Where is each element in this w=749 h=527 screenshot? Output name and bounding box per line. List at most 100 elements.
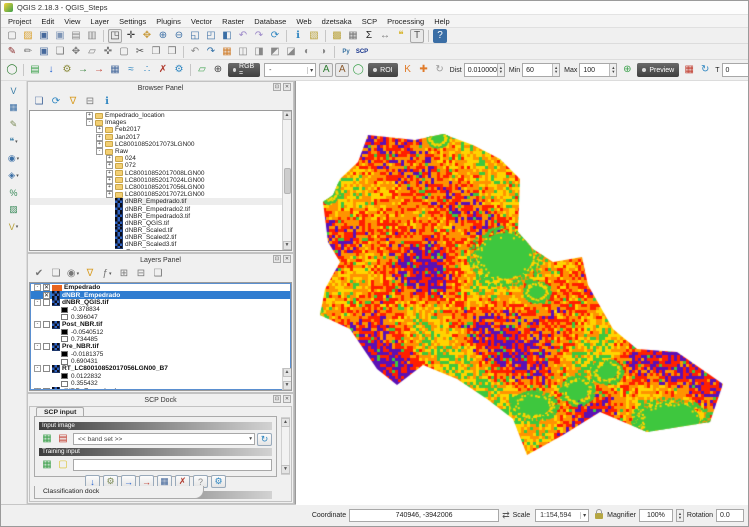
statistical-summary-icon[interactable]: Σ	[362, 29, 376, 43]
tab-classification-dock[interactable]: Classification dock	[34, 486, 204, 499]
undo-icon[interactable]: ↶	[188, 45, 202, 59]
magnifier-input[interactable]: 100%	[638, 509, 673, 522]
pan-map-icon[interactable]: ✛	[124, 29, 138, 43]
training-input-field[interactable]	[73, 459, 272, 471]
tree-item[interactable]: + LC80010852017073LGN00	[30, 140, 291, 148]
open-training-input-icon[interactable]: ▦	[40, 458, 54, 472]
manage-themes-icon[interactable]: ◉ ▾	[66, 267, 80, 281]
add-spatialite-layer-icon[interactable]: ◈ ▾	[6, 169, 22, 182]
layer-row[interactable]: ✕ dNBR_Empedrado	[31, 291, 290, 300]
tree-item[interactable]: + LC80010852017072LGN00	[30, 191, 291, 199]
tree-item[interactable]: dNBR_Empedrado.tif	[30, 197, 291, 206]
lock-scale-icon[interactable]	[595, 508, 604, 519]
save-project-as-icon[interactable]: ▣	[53, 29, 67, 43]
roi-polygon-icon[interactable]: K	[401, 63, 415, 77]
expand-icon[interactable]: +	[106, 176, 113, 184]
expand-icon[interactable]: +	[96, 140, 103, 148]
layer-row[interactable]: + dNBR_Empedrado	[31, 387, 290, 389]
new-print-composer-icon[interactable]: ▤	[69, 29, 83, 43]
extent-toggle-icon[interactable]: ⇄	[502, 511, 510, 520]
expand-icon[interactable]: +	[86, 112, 93, 120]
tree-item[interactable]: dNBR_Empedrado2.tif	[30, 205, 291, 214]
menu-settings[interactable]: Settings	[114, 17, 151, 26]
rgb-value-combo[interactable]: - ▾	[264, 63, 317, 77]
lock-rgb-icon[interactable]: A	[319, 63, 334, 77]
measure-line-icon[interactable]: ↔	[378, 29, 392, 43]
full-histogram-stretch-icon[interactable]: ◪	[284, 45, 298, 59]
save-layer-edits-icon[interactable]: ▣	[37, 45, 51, 59]
layer-visibility-checkbox[interactable]	[43, 298, 50, 306]
min-input[interactable]: 60 ▲ ▼	[522, 63, 561, 77]
add-wms-layer-icon[interactable]: %	[6, 186, 22, 199]
zoom-activate-icon[interactable]: ⊕	[211, 63, 225, 77]
add-raster-layer-icon[interactable]: ▦	[6, 101, 22, 114]
scroll-up-icon[interactable]: ▲	[281, 418, 290, 427]
rotation-input[interactable]: 0.0	[716, 509, 744, 522]
collapse-icon[interactable]: -	[34, 284, 41, 292]
new-project-icon[interactable]: ▢	[5, 29, 19, 43]
tree-item[interactable]: + LC80010852017024LGN00	[30, 176, 291, 184]
spinner-arrows-icon[interactable]: ▲ ▼	[675, 509, 684, 522]
layer-visibility-checkbox[interactable]	[43, 387, 50, 389]
add-feature-icon[interactable]: ▱	[85, 45, 99, 59]
decrease-brightness-icon[interactable]: ◑	[316, 45, 330, 59]
open-attribute-table-icon[interactable]: ▦	[346, 29, 360, 43]
layer-visibility-checkbox[interactable]: ✕	[43, 291, 50, 299]
scale-combo[interactable]: 1:154,594 ▾	[535, 509, 590, 522]
roi-add-icon[interactable]: ✚	[417, 63, 431, 77]
band-calc-icon[interactable]: ▦	[108, 63, 122, 77]
add-postgis-layer-icon[interactable]: ◉ ▾	[6, 152, 22, 165]
tree-item[interactable]: - Images	[30, 119, 291, 127]
add-group-icon[interactable]: ❏	[49, 267, 63, 281]
tree-item[interactable]: dNBR_QGIS.tif	[30, 219, 291, 228]
map-canvas[interactable]	[295, 81, 748, 505]
zoom-to-selection-icon[interactable]: ◧	[220, 29, 234, 43]
add-selected-layers-icon[interactable]: ❏	[32, 95, 46, 109]
deselect-features-icon[interactable]: ▩	[330, 29, 344, 43]
local-histogram-stretch-icon[interactable]: ◩	[268, 45, 282, 59]
scroll-up-icon[interactable]: ▲	[282, 111, 291, 120]
menu-raster[interactable]: Raster	[217, 17, 249, 26]
scp-settings-icon[interactable]: ⚙	[172, 63, 186, 77]
t-input[interactable]: 0▲▼	[721, 63, 748, 77]
preview-button[interactable]: Preview	[637, 63, 680, 77]
collapse-all-layers-icon[interactable]: ⊟	[134, 267, 148, 281]
tree-item[interactable]: ▱Empedrado.shp	[30, 249, 291, 250]
georeferencer-icon[interactable]: ◫	[236, 45, 250, 59]
close-panel-button[interactable]: ✕	[283, 395, 291, 403]
add-delimited-text-layer-icon[interactable]: ❝ ▾	[6, 135, 22, 148]
menu-dzetsaka[interactable]: dzetsaka	[317, 17, 357, 26]
tree-item[interactable]: + LC80010852017056LGN00	[30, 183, 291, 191]
increase-brightness-icon[interactable]: ◐	[300, 45, 314, 59]
menu-vector[interactable]: Vector	[186, 17, 217, 26]
layer-visibility-checkbox[interactable]: ✕	[43, 284, 50, 292]
float-panel-button[interactable]: ⊡	[273, 395, 281, 403]
scroll-down-icon[interactable]: ▼	[282, 241, 291, 250]
float-panel-button[interactable]: ⊡	[273, 255, 281, 263]
download-products-icon[interactable]: ↓	[44, 63, 58, 77]
layer-visibility-checkbox[interactable]	[43, 365, 50, 373]
layer-row[interactable]: - dNBR_QGIS.tif	[31, 298, 290, 307]
menu-scp[interactable]: SCP	[357, 17, 382, 26]
open-project-icon[interactable]: ▨	[21, 29, 35, 43]
zoom-last-icon[interactable]: ↶	[236, 29, 250, 43]
text-annotation-icon[interactable]: T	[410, 28, 424, 43]
collapse-icon[interactable]: -	[34, 321, 41, 329]
tree-item[interactable]: + Jan2017	[30, 133, 291, 141]
tree-item[interactable]: + LC80010852017008LGN00	[30, 169, 291, 177]
band-set-icon[interactable]: ▤	[28, 63, 42, 77]
scp-plugin-icon[interactable]: SCP	[355, 45, 369, 59]
scp-news-combo[interactable]	[43, 501, 250, 502]
collapse-icon[interactable]: -	[96, 148, 103, 156]
tree-item[interactable]: dNBR_Scaled.tif	[30, 226, 291, 235]
browser-scrollbar[interactable]: ▲ ▼	[282, 111, 291, 250]
scroll-down-icon[interactable]: ▼	[281, 465, 290, 474]
scroll-thumb[interactable]	[283, 167, 291, 194]
spinner-arrows-icon[interactable]: ▲ ▼	[552, 64, 560, 76]
zoom-full-icon[interactable]: ◱	[188, 29, 202, 43]
layer-row[interactable]: - RT_LC80010852017056LGN00_B7	[31, 365, 290, 373]
python-console-icon[interactable]: Py	[339, 45, 353, 59]
close-panel-button[interactable]: ✕	[283, 255, 291, 263]
tree-item[interactable]: - Raw	[30, 148, 291, 156]
add-vector-layer-icon[interactable]: V	[6, 84, 22, 97]
